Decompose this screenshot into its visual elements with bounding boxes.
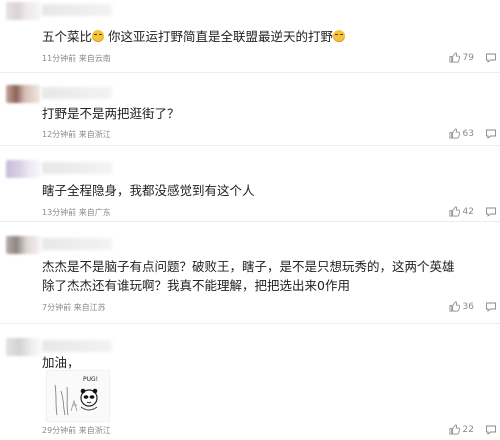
smile-emoji-icon [333,30,345,42]
comment-text: 瞎子全程隐身，我都没感觉到有这个人 [42,183,255,198]
thumbs-up-icon [449,424,460,435]
username-blurred[interactable] [42,238,112,250]
comment-bubble-icon[interactable] [485,206,497,218]
avatar[interactable] [6,2,40,20]
avatar[interactable] [6,236,40,254]
comment-meta: 11分钟前 来自云南 [42,54,111,63]
comment-bubble-icon[interactable] [485,52,497,64]
comment-item: 杰杰是不是脑子有点问题？破败王，瞎子，是不是只想玩秀的，这两个英雄 除了杰杰还有… [0,222,500,324]
comment-meta: 29分钟前 来自浙江 [42,426,111,435]
meme-caption: PUG! [83,376,98,383]
comment-bubble-icon[interactable] [485,128,497,140]
like-button[interactable]: 79 [449,52,474,63]
thumbs-up-icon [449,301,460,312]
comment-meta: 12分钟前 来自浙江 [42,130,111,139]
comment-text: 五个菜比 你这亚运打野简直是全联盟最逆天的打野 [42,27,345,46]
like-button[interactable]: 22 [449,424,474,435]
smile-emoji-icon [92,30,105,42]
avatar[interactable] [6,338,40,356]
like-count: 22 [462,424,474,435]
comment-text-line2: 除了杰杰还有谁玩啊？我真不能理解，把把选出来0作用 [42,278,350,293]
avatar[interactable] [6,160,40,178]
like-button[interactable]: 63 [449,128,474,139]
like-button[interactable]: 42 [449,206,474,217]
like-button[interactable]: 36 [449,301,474,312]
like-count: 42 [462,206,474,217]
comment-item: 五个菜比 你这亚运打野简直是全联盟最逆天的打野 11分钟前 来自云南 79 [0,0,500,73]
like-count: 36 [462,301,474,312]
username-blurred[interactable] [42,87,112,99]
comment-meta: 7分钟前 来自江苏 [42,303,106,312]
username-blurred[interactable] [42,340,112,352]
panda-meme-icon: PUG! [54,376,98,416]
comment-text: 打野是不是两把逛街了？ [42,106,180,121]
username-blurred[interactable] [42,162,112,174]
username-blurred[interactable] [42,4,112,16]
comment-item: 瞎子全程隐身，我都没感觉到有这个人 13分钟前 来自广东 42 [0,146,500,222]
comment-bubble-icon[interactable] [485,301,497,313]
thumbs-up-icon [449,206,460,217]
meme-sticker-image[interactable]: PUG! [46,370,110,422]
avatar[interactable] [6,85,40,103]
like-count: 63 [462,128,474,139]
comment-bubble-icon[interactable] [485,424,497,436]
thumbs-up-icon [449,128,460,139]
like-count: 79 [462,52,474,63]
comment-meta: 13分钟前 来自广东 [42,208,111,217]
comment-item: 打野是不是两把逛街了？ 12分钟前 来自浙江 63 [0,73,500,146]
comment-text-line1: 杰杰是不是脑子有点问题？破败王，瞎子，是不是只想玩秀的，这两个英雄 [42,259,455,274]
thumbs-up-icon [449,52,460,63]
